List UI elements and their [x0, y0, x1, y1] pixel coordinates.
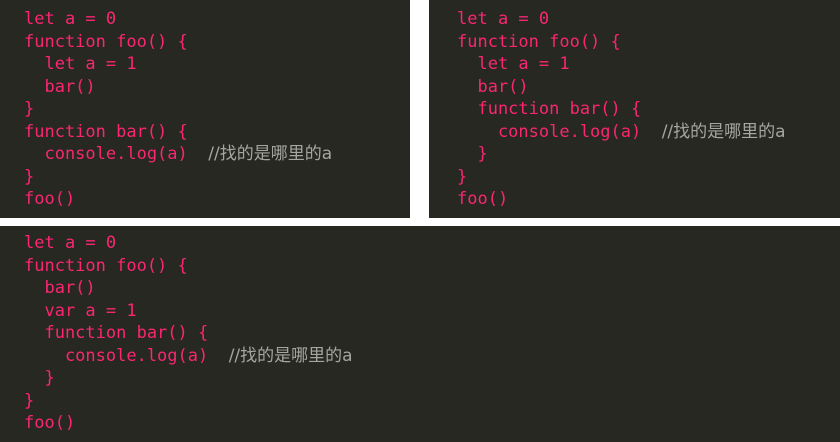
code-text: } [24, 99, 35, 119]
code-text: console.log(a) [24, 144, 209, 164]
code-text: } [457, 166, 468, 187]
code-comment: //找的是哪里的a [208, 144, 333, 164]
code-line: function foo() { [24, 31, 410, 54]
code-text: console.log(a) [457, 121, 662, 142]
code-text: function bar() { [457, 99, 642, 119]
code-comment: //找的是哪里的a [661, 121, 786, 142]
code-text: } [457, 144, 488, 164]
code-line: bar() [457, 76, 840, 99]
code-line: } [457, 166, 840, 189]
code-block-3: let a = 0 function foo() { bar() var a = … [0, 226, 840, 442]
code-text: foo() [457, 189, 509, 209]
code-line: let a = 0 [24, 8, 410, 31]
code-text: foo() [24, 189, 76, 209]
code-text: function foo() { [24, 255, 188, 276]
code-line: } [24, 166, 410, 189]
code-text: let a = 0 [24, 9, 117, 29]
code-text: bar() [24, 278, 96, 298]
code-text: let a = 0 [457, 9, 550, 29]
code-text: let a = 1 [457, 54, 570, 74]
code-line: } [24, 98, 410, 121]
code-line: function bar() { [24, 121, 410, 144]
code-block-1: let a = 0 function foo() { let a = 1 bar(… [0, 0, 410, 218]
code-text: } [24, 390, 35, 411]
code-line: function bar() { [457, 98, 840, 121]
code-line: let a = 0 [24, 232, 840, 255]
code-line: console.log(a) //找的是哪里的a [24, 143, 410, 166]
code-text: bar() [457, 76, 529, 97]
code-line: bar() [24, 277, 840, 300]
code-line: foo() [24, 412, 840, 435]
code-text: console.log(a) [24, 345, 229, 366]
code-text: function foo() { [457, 31, 621, 52]
code-line: } [24, 367, 840, 390]
code-line: let a = 1 [457, 53, 840, 76]
code-text: function bar() { [24, 323, 209, 343]
code-comment: //找的是哪里的a [228, 345, 353, 366]
code-line: function foo() { [24, 255, 840, 278]
code-text: var a = 1 [24, 300, 137, 321]
code-line: var a = 1 [24, 300, 840, 323]
code-line: bar() [24, 76, 410, 99]
code-text: bar() [24, 76, 96, 97]
code-line: } [457, 143, 840, 166]
code-line: foo() [457, 188, 840, 211]
code-line: function bar() { [24, 322, 840, 345]
code-text: } [24, 166, 35, 187]
code-text: let a = 0 [24, 233, 117, 253]
code-line: let a = 0 [457, 8, 840, 31]
code-line: function foo() { [457, 31, 840, 54]
code-line: foo() [24, 188, 410, 211]
code-text: function foo() { [24, 31, 188, 52]
code-line: console.log(a) //找的是哪里的a [24, 345, 840, 368]
code-text: let a = 1 [24, 54, 137, 74]
code-line: } [24, 390, 840, 413]
code-text: foo() [24, 413, 76, 433]
code-block-2: let a = 0 function foo() { let a = 1 bar(… [429, 0, 840, 218]
code-text: function bar() { [24, 121, 188, 142]
code-line: let a = 1 [24, 53, 410, 76]
code-line: console.log(a) //找的是哪里的a [457, 121, 840, 144]
code-text: } [24, 368, 55, 388]
